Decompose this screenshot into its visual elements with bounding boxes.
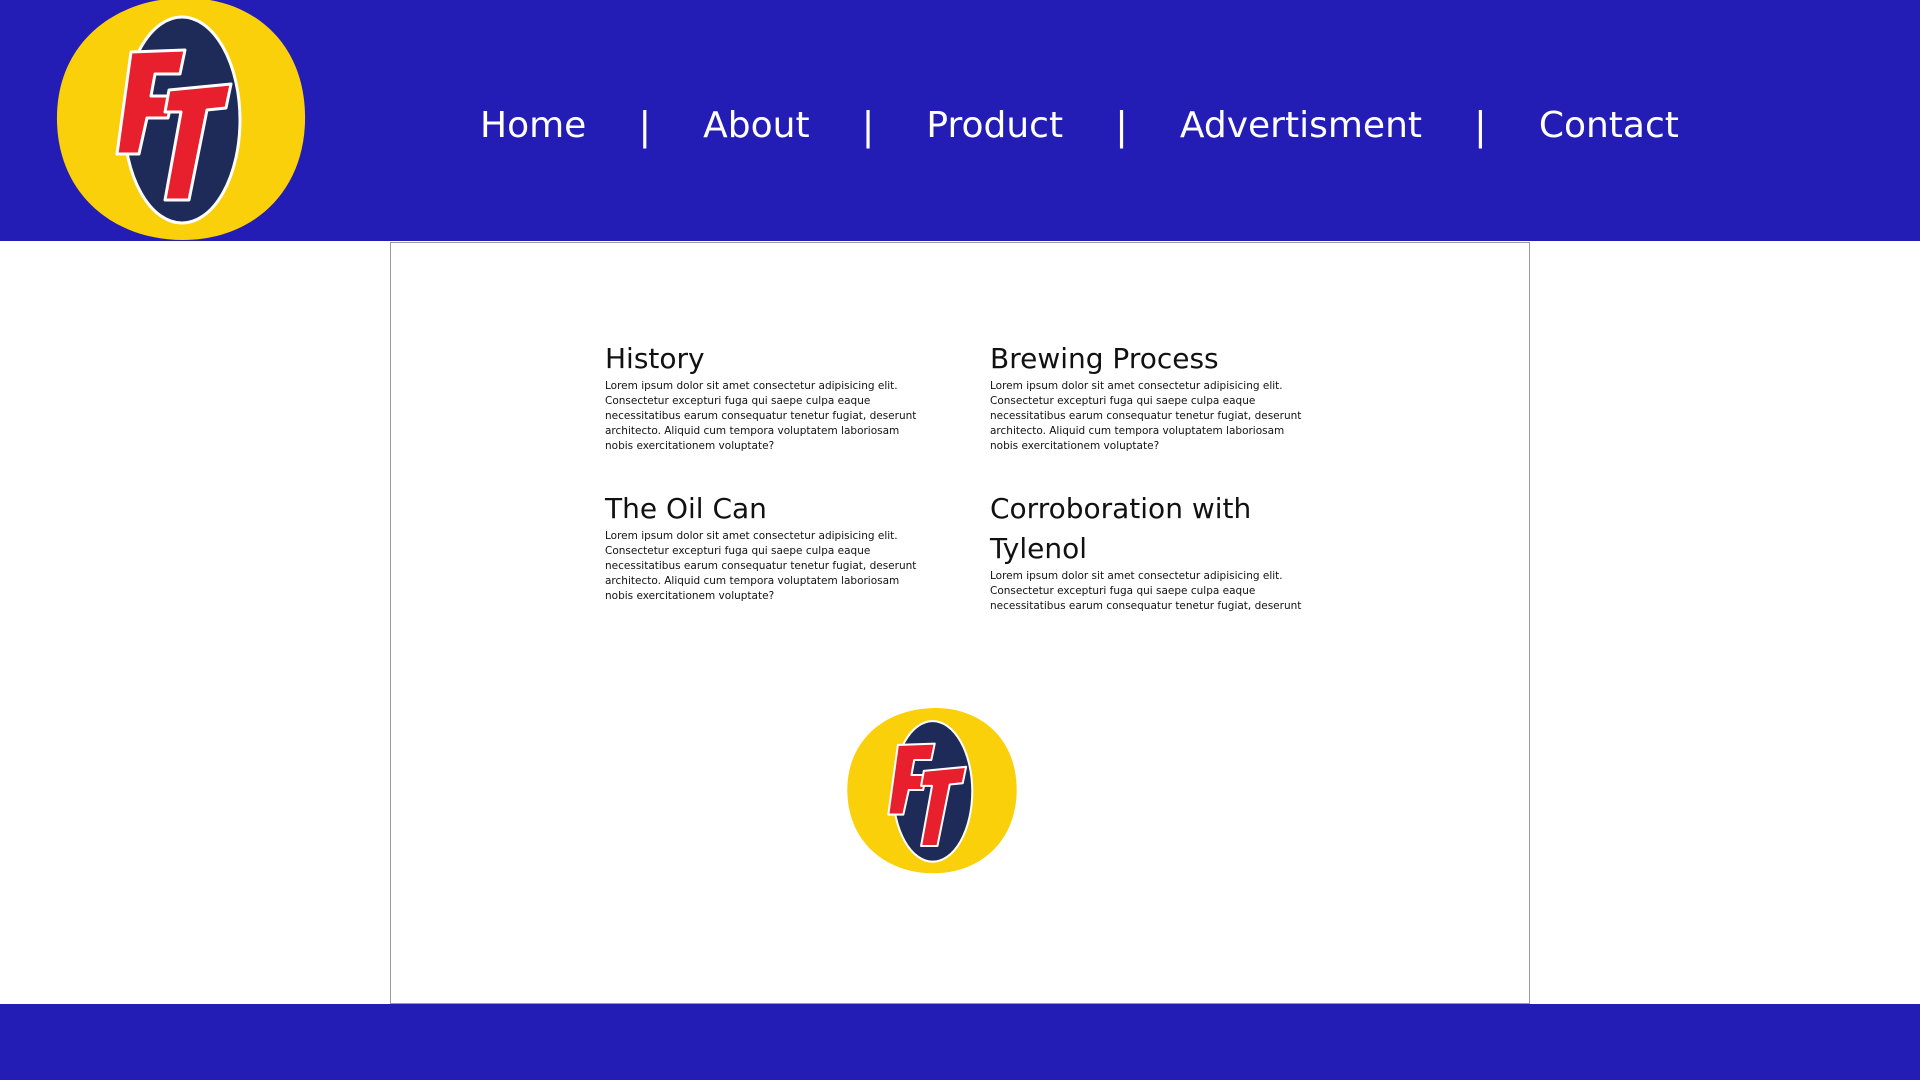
ft-logo-icon[interactable] (55, 0, 307, 242)
content-panel: History Lorem ipsum dolor sit amet conse… (390, 242, 1530, 1004)
ft-logo-icon (847, 708, 1017, 874)
page: Home | About | Product | Advertisment | … (0, 0, 1920, 1080)
nav-link-advertisment[interactable]: Advertisment (1180, 96, 1422, 156)
section-title: History (605, 342, 705, 375)
nav-separator: | (638, 104, 652, 148)
section-history: History Lorem ipsum dolor sit amet conse… (605, 339, 925, 454)
section-title: The Oil Can (605, 492, 767, 525)
section-title: Brewing Process (990, 342, 1219, 375)
section-corroboration-tylenol: Corroboration with Tylenol Lorem ipsum d… (990, 489, 1310, 614)
site-header: Home | About | Product | Advertisment | … (0, 0, 1920, 241)
site-footer (0, 1004, 1920, 1080)
section-brewing-process: Brewing Process Lorem ipsum dolor sit am… (990, 339, 1310, 454)
nav-separator: | (1474, 104, 1487, 148)
nav-link-home[interactable]: Home (480, 96, 586, 156)
section-body: Lorem ipsum dolor sit amet consectetur a… (605, 530, 917, 602)
section-body: Lorem ipsum dolor sit amet consectetur a… (990, 570, 1302, 612)
section-body: Lorem ipsum dolor sit amet consectetur a… (605, 380, 917, 452)
section-title: Corroboration with Tylenol (990, 492, 1252, 565)
section-oil-can: The Oil Can Lorem ipsum dolor sit amet c… (605, 489, 925, 604)
nav-link-contact[interactable]: Contact (1539, 96, 1679, 156)
nav-separator: | (861, 104, 875, 148)
nav-separator: | (1115, 104, 1128, 148)
main-nav: Home | About | Product | Advertisment | … (480, 96, 1679, 156)
section-body: Lorem ipsum dolor sit amet consectetur a… (990, 380, 1302, 452)
nav-link-about[interactable]: About (703, 96, 809, 156)
nav-link-product[interactable]: Product (926, 96, 1063, 156)
